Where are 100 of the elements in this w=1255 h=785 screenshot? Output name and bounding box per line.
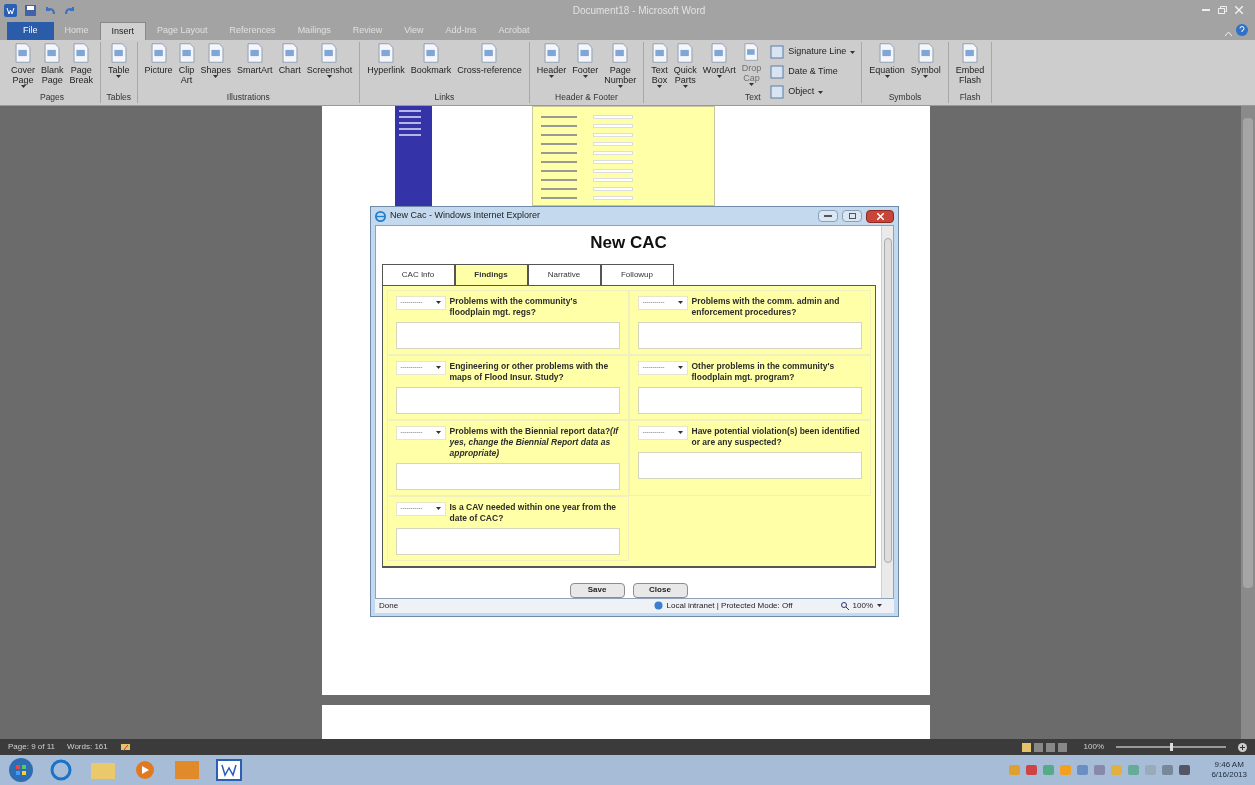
ribbon-small-button[interactable]: Signature Line <box>768 42 858 62</box>
ribbon-small-button[interactable]: Date & Time <box>768 62 858 82</box>
form-button[interactable]: Close <box>632 582 688 598</box>
clock-date[interactable]: 6/16/2013 <box>1211 770 1247 780</box>
page-count[interactable]: Page: 9 of 11 <box>8 741 55 753</box>
ribbon-button[interactable]: Bookmark <box>407 42 455 75</box>
file-tab[interactable]: File <box>7 22 54 40</box>
zoom-slider-thumb[interactable] <box>1169 743 1173 751</box>
question-text: Is a CAV needed within one year from the date of CAC? <box>449 501 618 524</box>
ribbon-button-label: Parts <box>674 75 696 85</box>
word-count[interactable]: Words: 161 <box>67 741 108 753</box>
ribbon-button-label: SmartArt <box>237 65 273 75</box>
magnifier-icon <box>840 601 849 610</box>
ribbon-group-label: Pages <box>39 92 65 102</box>
minimize-icon[interactable] <box>1202 8 1210 12</box>
ribbon-button[interactable]: WordArt <box>699 42 739 78</box>
vertical-scrollbar[interactable] <box>1241 106 1255 739</box>
ribbon-button[interactable]: Chart <box>275 42 304 75</box>
answer-box[interactable] <box>395 321 620 349</box>
document-icon <box>879 43 895 63</box>
document-icon <box>962 43 979 63</box>
caret-icon <box>677 366 683 370</box>
form-heading: New CAC <box>590 232 667 255</box>
ribbon-button[interactable]: Picture <box>141 42 176 75</box>
app-logo-icon[interactable] <box>4 3 17 17</box>
answer-box[interactable] <box>395 386 620 414</box>
ribbon-button[interactable]: Page Break <box>66 42 97 85</box>
save-icon[interactable] <box>25 4 36 16</box>
answer-box[interactable] <box>637 451 862 479</box>
ribbon-button[interactable]: Header <box>533 42 570 78</box>
ribbon-group-label: Symbols <box>888 92 922 102</box>
ribbon-button-label: Cross-reference <box>457 65 522 75</box>
ribbon-button-label: Quick <box>673 65 697 75</box>
caret-icon <box>677 431 683 435</box>
minimize-button[interactable] <box>818 210 838 223</box>
ribbon-button[interactable]: Table <box>105 42 133 78</box>
ribbon-button-label: Hyperlink <box>367 65 405 75</box>
ribbon-button[interactable]: Page Number <box>601 42 640 88</box>
caret-icon <box>435 431 441 435</box>
word-app-icon[interactable] <box>214 758 244 782</box>
ribbon-group-label: Text <box>744 92 761 102</box>
help-icon[interactable] <box>1236 24 1248 36</box>
ribbon-button-label: Shapes <box>200 65 232 75</box>
start-button-icon[interactable] <box>8 757 34 783</box>
document-icon <box>281 43 298 63</box>
answer-box[interactable] <box>395 527 620 555</box>
ribbon-button[interactable]: Quick Parts <box>670 42 700 88</box>
ribbon-button-label: Cap <box>743 73 760 83</box>
form-tab[interactable]: Followup <box>600 263 674 285</box>
ribbon-button[interactable]: Text Box <box>648 42 671 88</box>
redo-icon[interactable] <box>64 5 76 15</box>
restore-icon[interactable] <box>1218 6 1227 14</box>
form-button[interactable]: Save <box>569 582 625 598</box>
mail-app-icon[interactable] <box>172 758 202 782</box>
undo-icon[interactable] <box>44 5 56 15</box>
form-tab[interactable]: Narrative <box>527 263 601 285</box>
ribbon-button[interactable]: Embed Flash <box>952 42 988 85</box>
ribbon-button[interactable]: Clip Art <box>175 42 198 85</box>
ribbon-button[interactable]: Footer <box>569 42 602 78</box>
browser-logo-icon <box>375 210 386 222</box>
form-tab[interactable]: Findings <box>454 263 528 285</box>
question-text: Problems with the community's floodplain mgt. regs? <box>449 295 579 318</box>
close-icon[interactable] <box>1235 6 1243 14</box>
answer-box[interactable] <box>637 321 862 349</box>
ribbon-button[interactable]: Screenshot <box>303 42 356 78</box>
answer-box[interactable] <box>637 386 862 414</box>
ribbon-button-label: WordArt <box>702 65 736 75</box>
ribbon-small-button[interactable]: Object <box>768 82 858 102</box>
ribbon-button-label: Drop <box>741 63 762 73</box>
ribbon-button-label: Art <box>180 75 193 85</box>
ribbon-button[interactable]: Equation <box>866 42 908 78</box>
document-icon <box>15 43 31 63</box>
maximize-button[interactable] <box>842 210 862 223</box>
ribbon-button[interactable]: Cross-reference <box>454 42 525 75</box>
document-icon <box>651 43 668 63</box>
status-text: Done <box>379 599 400 612</box>
zoom-level[interactable]: 100% <box>1083 741 1104 753</box>
caret-icon <box>435 507 441 511</box>
ribbon-button[interactable]: Hyperlink <box>364 42 408 75</box>
answer-box[interactable] <box>395 462 620 490</box>
document-icon <box>543 43 560 63</box>
proofing-icon[interactable] <box>119 742 131 752</box>
ribbon-button[interactable]: SmartArt <box>234 42 276 75</box>
clock-time[interactable]: 9:46 AM <box>1214 760 1244 770</box>
collapse-icon[interactable] <box>1225 31 1232 36</box>
plus-icon[interactable] <box>1238 742 1247 752</box>
ribbon-button[interactable]: Blank Page <box>38 42 67 85</box>
ribbon-button[interactable]: Cover Page <box>8 42 38 88</box>
ribbon-tab[interactable]: Insert <box>99 22 147 40</box>
maximize-icon <box>848 213 856 220</box>
zoom-button[interactable]: 100% <box>840 599 882 612</box>
close-button[interactable] <box>866 209 894 223</box>
scrollbar[interactable] <box>881 226 893 598</box>
ribbon-button[interactable]: Shapes <box>197 42 235 78</box>
globe-icon <box>653 601 663 611</box>
ribbon-button[interactable]: Symbol <box>907 42 944 78</box>
small-document-icon <box>770 85 785 99</box>
small-document-icon <box>770 65 785 79</box>
ribbon-button-label: Bookmark <box>410 65 452 75</box>
form-tab[interactable]: CAC Info <box>381 263 455 285</box>
